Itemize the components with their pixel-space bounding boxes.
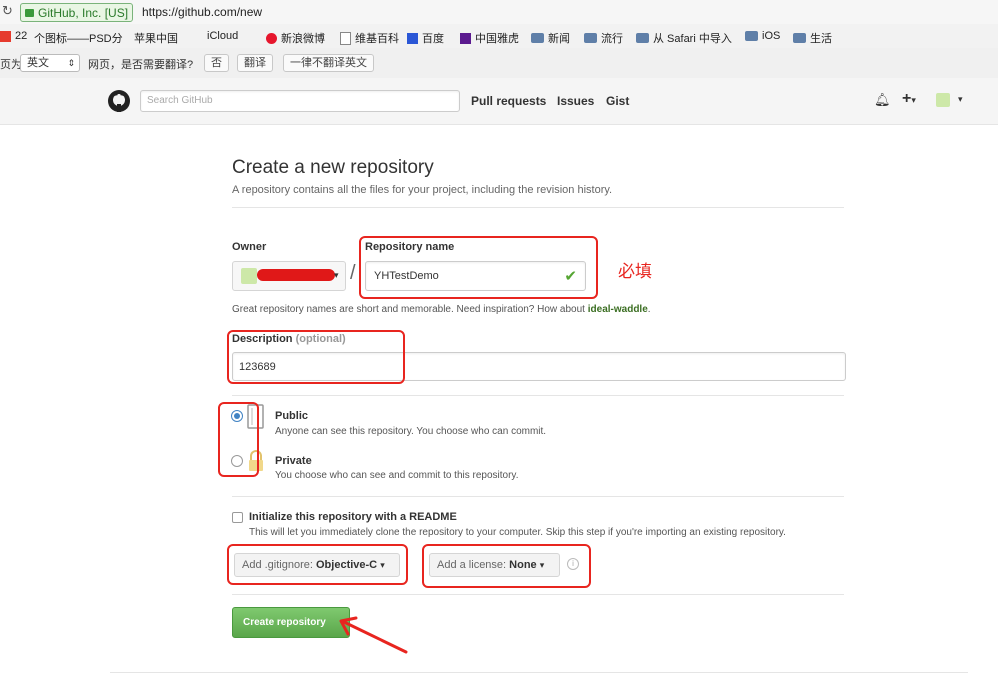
divider: [232, 395, 844, 396]
avatar-dropdown-icon[interactable]: ▾: [958, 94, 963, 105]
reload-icon[interactable]: ↻: [2, 3, 13, 19]
divider: [232, 594, 844, 595]
notifications-bell-icon[interactable]: 🔔︎: [874, 92, 891, 108]
folder-icon: [745, 31, 758, 41]
site-identity-badge[interactable]: GitHub, Inc. [US]: [20, 3, 134, 22]
folder-icon: [531, 33, 544, 43]
annotation-box-description: [227, 330, 405, 384]
bookmark-weibo[interactable]: 新浪微博: [266, 30, 325, 46]
never-translate-button[interactable]: 一律不翻译英文: [283, 54, 374, 72]
page-icon: [340, 31, 351, 45]
nav-issues[interactable]: Issues: [557, 94, 594, 108]
owner-redacted-mark: [257, 269, 335, 281]
folder-icon: [636, 33, 649, 43]
repo-name-hint: Great repository names are short and mem…: [232, 304, 651, 315]
github-header: Search GitHub Pull requests Issues Gist …: [0, 78, 998, 125]
page-subtitle: A repository contains all the files for …: [232, 184, 613, 196]
search-input[interactable]: Search GitHub: [140, 90, 460, 112]
annotation-box-license: [422, 544, 591, 588]
required-annotation: 必填: [618, 262, 652, 281]
translate-question: 网页，是否需要翻译?: [88, 59, 194, 71]
bookmark-folder-life[interactable]: 生活: [793, 30, 832, 46]
divider: [232, 207, 844, 208]
private-label[interactable]: Private: [275, 455, 312, 467]
annotation-box-gitignore: [227, 544, 408, 585]
github-logo-icon[interactable]: [107, 89, 131, 113]
nav-gist[interactable]: Gist: [606, 94, 629, 108]
owner-select[interactable]: ▾: [232, 261, 346, 291]
owner-avatar: [241, 268, 257, 284]
bookmarks-bar: 22 个图标——PSD分 苹果中国 iCloud 新浪微博 维基百科 百度 中国…: [0, 24, 998, 49]
bookmark-apple-china[interactable]: 苹果中国: [130, 30, 178, 46]
bookmark-22[interactable]: 22: [0, 30, 27, 42]
owner-repo-separator: /: [350, 262, 356, 284]
readme-label[interactable]: Initialize this repository with a README: [249, 511, 457, 523]
bookmark-wikipedia[interactable]: 维基百科: [340, 30, 399, 46]
bookmark-folder-safari-import[interactable]: 从 Safari 中导入: [636, 30, 732, 46]
translate-no-button[interactable]: 否: [204, 54, 229, 72]
readme-checkbox[interactable]: [232, 512, 243, 523]
translate-prefix: 页为: [0, 59, 22, 71]
weibo-icon: [266, 32, 277, 44]
bookmark-favicon-icon: [0, 30, 11, 42]
translate-language-select[interactable]: 英文 ⇕: [20, 54, 80, 72]
lock-icon: [25, 8, 34, 17]
yahoo-icon: [460, 32, 471, 44]
annotation-arrow-icon: [339, 616, 408, 654]
site-badge-text: GitHub, Inc. [US]: [38, 5, 129, 20]
bookmark-folder-ios[interactable]: iOS: [745, 30, 780, 42]
public-description: Anyone can see this repository. You choo…: [275, 426, 547, 437]
bookmark-folder-news[interactable]: 新闻: [531, 30, 570, 46]
annotation-box-visibility: [218, 402, 259, 477]
chevron-down-icon: ▾: [334, 270, 339, 280]
translate-bar: 页为 英文 ⇕ 网页，是否需要翻译? 否 翻译 一律不翻译英文: [0, 48, 998, 79]
bookmark-psd[interactable]: 个图标——PSD分: [34, 30, 123, 46]
folder-icon: [793, 33, 806, 43]
user-avatar[interactable]: [936, 93, 950, 107]
select-arrows-icon: ⇕: [67, 58, 75, 68]
readme-description: This will let you immediately clone the …: [249, 527, 786, 538]
bookmark-baidu[interactable]: 百度: [407, 30, 444, 46]
private-description: You choose who can see and commit to thi…: [275, 470, 519, 481]
browser-url-bar: ↻ GitHub, Inc. [US] https://github.com/n…: [0, 0, 998, 25]
create-new-plus-icon[interactable]: +▾: [902, 90, 916, 108]
divider: [232, 496, 844, 497]
name-suggestion-link[interactable]: ideal-waddle: [588, 304, 648, 315]
page-title: Create a new repository: [232, 157, 434, 178]
bookmark-yahoo-china[interactable]: 中国雅虎: [460, 30, 519, 46]
folder-icon: [584, 33, 597, 43]
annotation-box-repo-name: [359, 236, 598, 299]
public-label[interactable]: Public: [275, 410, 308, 422]
translate-button[interactable]: 翻译: [237, 54, 273, 72]
url-text[interactable]: https://github.com/new: [142, 5, 262, 19]
baidu-icon: [407, 32, 418, 44]
bookmark-icloud[interactable]: iCloud: [203, 30, 238, 42]
nav-pull-requests[interactable]: Pull requests: [471, 94, 546, 108]
bookmark-folder-popular[interactable]: 流行: [584, 30, 623, 46]
owner-label: Owner: [232, 241, 267, 253]
